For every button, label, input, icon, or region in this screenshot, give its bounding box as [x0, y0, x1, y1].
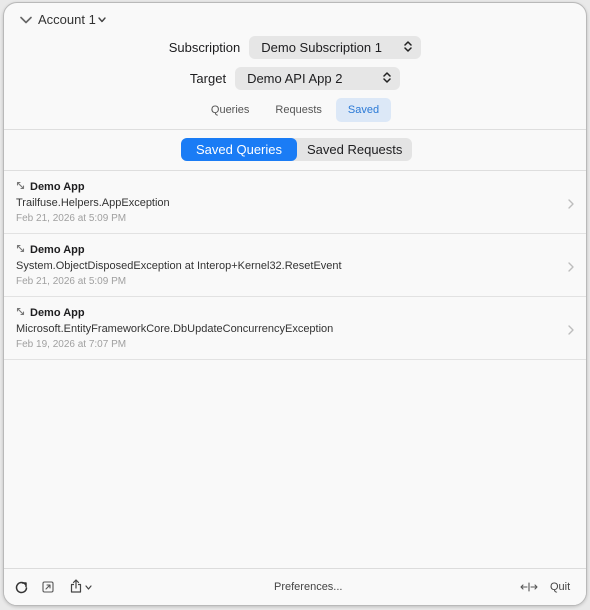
link-icon	[16, 181, 25, 193]
item-date: Feb 19, 2026 at 7:07 PM	[16, 339, 127, 350]
small-chevron-down-icon	[98, 16, 106, 23]
list-item[interactable]: Demo App System.ObjectDisposedException …	[4, 234, 586, 297]
item-app: Demo App	[16, 181, 85, 193]
subscription-select[interactable]: Demo Subscription 1	[249, 36, 422, 59]
account-header[interactable]: Account 1	[20, 12, 106, 27]
up-down-arrows-icon	[383, 71, 391, 86]
small-chevron-down-icon	[85, 581, 92, 593]
saved-queries-list: Demo App Trailfuse.Helpers.AppException …	[4, 171, 586, 360]
item-date: Feb 21, 2026 at 5:09 PM	[16, 213, 127, 224]
account-label: Account 1	[38, 12, 96, 27]
item-app: Demo App	[16, 307, 85, 319]
subscription-row: Subscription Demo Subscription 1	[4, 36, 586, 59]
item-app-name: Demo App	[30, 181, 85, 193]
item-date: Feb 21, 2026 at 5:09 PM	[16, 276, 127, 287]
target-label: Target	[189, 71, 227, 86]
segment-saved-requests[interactable]: Saved Requests	[297, 138, 412, 161]
item-detail: Microsoft.EntityFrameworkCore.DbUpdateCo…	[16, 323, 334, 335]
chevron-right-icon	[568, 322, 574, 340]
chevron-down-icon	[20, 16, 32, 24]
list-item[interactable]: Demo App Trailfuse.Helpers.AppException …	[4, 171, 586, 234]
share-icon	[70, 578, 82, 596]
open-external-icon[interactable]	[42, 569, 54, 605]
list-item[interactable]: Demo App Microsoft.EntityFrameworkCore.D…	[4, 297, 586, 360]
target-value: Demo API App 2	[247, 71, 343, 86]
chevron-right-icon	[568, 259, 574, 277]
subscription-value: Demo Subscription 1	[261, 40, 382, 55]
share-button[interactable]	[70, 569, 92, 605]
item-app-name: Demo App	[30, 307, 85, 319]
footer-toolbar: Preferences... Quit	[4, 568, 586, 605]
target-row: Target Demo API App 2	[4, 67, 586, 90]
item-app: Demo App	[16, 244, 85, 256]
item-detail: Trailfuse.Helpers.AppException	[16, 197, 170, 209]
quit-button[interactable]: Quit	[550, 569, 570, 605]
item-app-name: Demo App	[30, 244, 85, 256]
refresh-icon[interactable]	[15, 569, 28, 605]
saved-type-segmented-control: Saved Queries Saved Requests	[181, 138, 413, 161]
up-down-arrows-icon	[404, 40, 413, 55]
divider	[4, 129, 586, 130]
tab-queries[interactable]: Queries	[199, 98, 262, 122]
link-icon	[16, 307, 25, 319]
resize-width-icon[interactable]	[520, 569, 538, 605]
segment-saved-queries[interactable]: Saved Queries	[181, 138, 297, 161]
tab-saved[interactable]: Saved	[335, 98, 392, 122]
preferences-button[interactable]: Preferences...	[274, 569, 342, 605]
subscription-label: Subscription	[168, 40, 241, 55]
chevron-right-icon	[568, 196, 574, 214]
link-icon	[16, 244, 25, 256]
target-select[interactable]: Demo API App 2	[235, 67, 401, 90]
item-detail: System.ObjectDisposedException at Intero…	[16, 260, 342, 272]
view-tabs: Queries Requests Saved	[4, 98, 586, 122]
app-window: Account 1 Subscription Demo Subscription…	[3, 2, 587, 606]
tab-requests[interactable]: Requests	[263, 98, 333, 122]
